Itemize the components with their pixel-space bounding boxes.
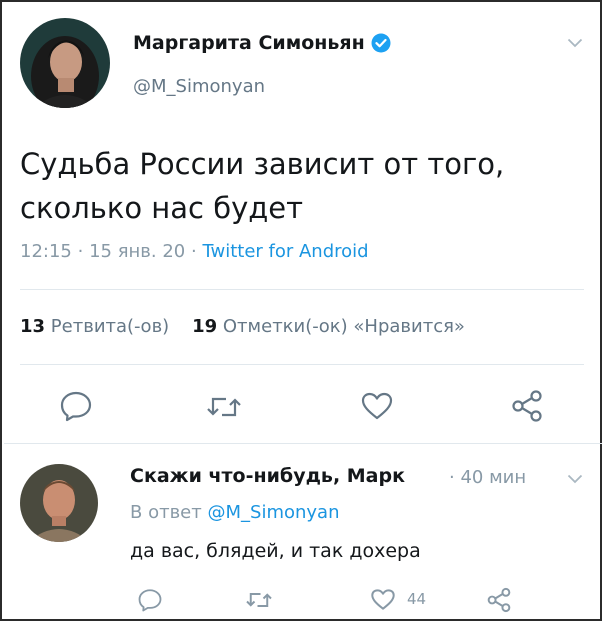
meta-separator: ·	[191, 241, 197, 262]
reply-to-line: В ответ @M_Simonyan	[130, 502, 340, 523]
section-separator	[4, 443, 602, 444]
reply-to-prefix: В ответ	[130, 502, 202, 523]
reply-author-name[interactable]: Скажи что-нибудь, Марк	[130, 465, 405, 487]
retweet-icon[interactable]	[204, 394, 244, 420]
tweet-time: 12:15	[20, 241, 72, 262]
reply-icon[interactable]	[59, 390, 93, 422]
share-icon[interactable]	[486, 587, 512, 613]
retweets-stat[interactable]: 13 Ретвита(-ов)	[20, 316, 169, 337]
tweet-text-line-2: сколько нас будет	[20, 191, 304, 225]
tweet-text: Судьба России зависит от того, сколько н…	[20, 142, 580, 230]
tweet-source-link[interactable]: Twitter for Android	[202, 241, 368, 262]
divider	[20, 289, 584, 290]
reply-to-mention[interactable]: @M_Simonyan	[207, 502, 339, 523]
reply-like-count: 44	[407, 590, 427, 608]
chevron-down-icon[interactable]	[567, 474, 583, 484]
tweet-text-line-1: Судьба России зависит от того,	[20, 147, 505, 181]
retweet-icon[interactable]	[244, 590, 274, 610]
divider	[20, 364, 584, 365]
meta-separator: ·	[77, 241, 84, 262]
reply-text: да вас, блядей, и так дохера	[130, 540, 421, 562]
tweet-date: 15 янв. 20	[89, 241, 186, 262]
tweet-stats: 13 Ретвита(-ов) 19 Отметки(-ок) «Нравитс…	[20, 316, 465, 337]
reply-author-avatar[interactable]	[20, 464, 98, 542]
reply-time: · 40 мин	[449, 467, 527, 488]
like-icon[interactable]	[370, 588, 396, 611]
tweet-meta: 12:15 · 15 янв. 20 · Twitter for Android	[20, 241, 369, 262]
chevron-down-icon[interactable]	[567, 38, 583, 48]
author-name[interactable]: Маргарита Симоньян	[133, 32, 391, 54]
author-handle[interactable]: @M_Simonyan	[133, 76, 265, 97]
share-icon[interactable]	[510, 389, 544, 423]
likes-stat[interactable]: 19 Отметки(-ок) «Нравится»	[192, 316, 465, 337]
author-avatar[interactable]	[20, 18, 110, 108]
reply-icon[interactable]	[137, 588, 163, 612]
tweet-screenshot-frame: Маргарита Симоньян @M_Simonyan Судьба Ро…	[0, 0, 602, 621]
like-icon[interactable]	[360, 391, 394, 421]
author-name-label: Маргарита Симоньян	[133, 32, 365, 54]
verified-badge-icon	[371, 33, 391, 53]
